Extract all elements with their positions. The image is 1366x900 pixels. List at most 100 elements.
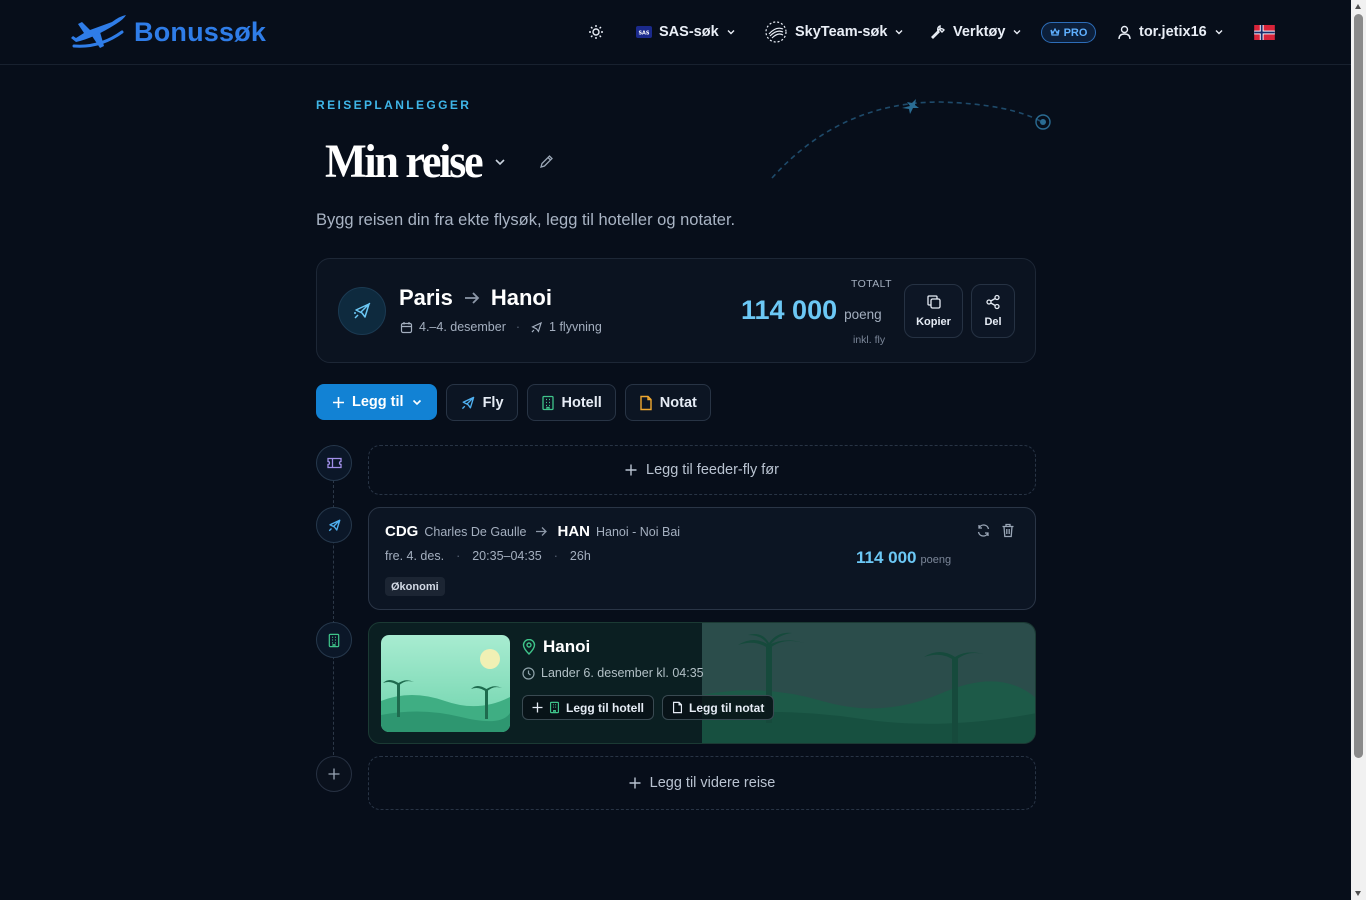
scrollbar[interactable] xyxy=(1351,0,1366,900)
flight-route: CDG Charles De Gaulle HAN Hanoi - Noi Ba… xyxy=(385,523,683,540)
map-pin-icon xyxy=(522,639,536,655)
add-label: Legg til xyxy=(352,394,404,410)
flight-count: 1 flyvning xyxy=(549,320,602,334)
trip-title-row: Min reise xyxy=(325,134,554,189)
flight-points-unit: poeng xyxy=(920,554,952,566)
flight-points-value: 114 000 xyxy=(856,548,917,567)
building-icon xyxy=(549,701,560,714)
destination-thumbnail xyxy=(381,635,510,732)
note-icon xyxy=(639,395,653,411)
copy-label: Kopier xyxy=(916,316,951,328)
trip-selector-chevron-icon[interactable] xyxy=(493,155,507,169)
total-points: 114 000 poeng xyxy=(741,295,882,326)
sas-search-label: SAS-søk xyxy=(659,24,719,40)
theme-toggle-button[interactable] xyxy=(588,20,604,44)
destination-code: HAN xyxy=(557,523,590,540)
skyteam-logo-icon xyxy=(764,20,788,44)
airplane-logo-icon xyxy=(70,12,128,52)
fly-label: Fly xyxy=(482,394,504,411)
arrow-right-icon xyxy=(463,291,481,305)
separator-dot: · xyxy=(553,549,558,563)
add-feeder-flight-button[interactable]: Legg til feeder-fly før xyxy=(368,445,1036,495)
copy-icon xyxy=(926,294,942,310)
scroll-down-arrow-icon[interactable] xyxy=(1355,891,1361,896)
chevron-down-icon xyxy=(727,30,735,35)
trip-meta: 4.–4. desember · 1 flyvning xyxy=(400,320,602,334)
add-actions-bar: Legg til Fly Hotell Notat xyxy=(316,384,711,421)
chevron-down-icon xyxy=(1013,30,1021,35)
destination-name: Hanoi xyxy=(543,637,591,656)
flight-path-decoration xyxy=(771,99,1051,179)
add-note-label: Legg til notat xyxy=(689,700,765,715)
user-menu[interactable]: tor.jetix16 xyxy=(1117,20,1224,44)
add-dropdown-button[interactable]: Legg til xyxy=(316,384,437,420)
pro-badge[interactable]: PRO xyxy=(1041,22,1096,43)
brand-name: Bonussøk xyxy=(134,16,267,47)
plus-icon xyxy=(332,396,345,409)
add-feeder-flight-label: Legg til feeder-fly før xyxy=(646,462,779,478)
edit-title-pencil-icon[interactable] xyxy=(539,154,554,169)
add-hotel-button[interactable]: Hotell xyxy=(526,384,616,421)
flight-time: 20:35–04:35 xyxy=(472,549,542,563)
total-label: TOTALT xyxy=(851,278,892,290)
sas-logo-icon: SAS xyxy=(636,26,652,38)
add-hotel-label: Legg til hotell xyxy=(566,700,644,715)
hotel-label: Hotell xyxy=(561,394,602,411)
page-subtitle: Bygg reisen din fra ekte flysøk, legg ti… xyxy=(316,211,736,229)
username: tor.jetix16 xyxy=(1139,24,1207,40)
destination-airport: Hanoi - Noi Bai xyxy=(595,524,681,539)
skyteam-search-menu[interactable]: SkyTeam-søk xyxy=(764,20,904,44)
destination-card: Hanoi Lander 6. desember kl. 04:35 Legg … xyxy=(368,622,1036,744)
flight-card[interactable]: CDG Charles De Gaulle HAN Hanoi - Noi Ba… xyxy=(368,507,1036,610)
trip-dates: 4.–4. desember xyxy=(419,320,506,334)
add-hotel-small-button[interactable]: Legg til hotell xyxy=(522,695,654,720)
continue-node-plus-icon[interactable] xyxy=(316,756,352,792)
scroll-up-arrow-icon[interactable] xyxy=(1355,4,1361,9)
chevron-down-icon xyxy=(411,396,423,408)
arrival-text: Lander 6. desember kl. 04:35 xyxy=(541,666,704,680)
scrollbar-thumb[interactable] xyxy=(1354,14,1363,758)
note-icon xyxy=(672,701,683,714)
tools-menu[interactable]: Verktøy xyxy=(930,20,1022,44)
building-icon xyxy=(541,395,555,411)
stay-node-building-icon xyxy=(316,622,352,658)
flight-day: fre. 4. des. xyxy=(385,549,445,563)
user-icon xyxy=(1117,25,1132,40)
sas-search-menu[interactable]: SAS SAS-søk xyxy=(636,20,736,44)
share-button[interactable]: Del xyxy=(971,284,1015,338)
share-icon xyxy=(985,294,1001,310)
brand-logo[interactable]: Bonussøk xyxy=(70,12,266,52)
arrow-right-icon xyxy=(535,526,548,537)
tools-label: Verktøy xyxy=(953,24,1006,40)
skyteam-search-label: SkyTeam-søk xyxy=(795,24,888,40)
crown-icon xyxy=(1049,28,1060,37)
flight-points: 114 000 poeng xyxy=(856,548,951,568)
add-note-button[interactable]: Notat xyxy=(624,384,711,421)
add-onward-trip-label: Legg til videre reise xyxy=(649,775,776,791)
copy-button[interactable]: Kopier xyxy=(904,284,963,338)
origin-airport: Charles De Gaulle xyxy=(424,524,527,539)
destination-arrival: Lander 6. desember kl. 04:35 xyxy=(522,666,704,680)
plus-icon xyxy=(625,464,637,476)
add-note-small-button[interactable]: Legg til notat xyxy=(662,695,775,720)
note-label: Notat xyxy=(659,394,697,411)
origin-code: CDG xyxy=(385,523,419,540)
airplane-icon xyxy=(338,287,386,335)
add-onward-trip-button[interactable]: Legg til videre reise xyxy=(368,756,1036,810)
wrench-icon xyxy=(930,24,946,40)
pro-label: PRO xyxy=(1063,26,1088,39)
calendar-icon xyxy=(400,321,413,334)
separator-dot: · xyxy=(515,320,521,334)
total-points-value: 114 000 xyxy=(741,295,838,325)
add-flight-button[interactable]: Fly xyxy=(445,384,518,421)
separator-dot: · xyxy=(456,549,461,563)
refresh-icon[interactable] xyxy=(976,523,992,539)
route-destination: Hanoi xyxy=(490,285,552,310)
trash-icon[interactable] xyxy=(1001,523,1017,539)
flight-duration: 26h xyxy=(569,549,591,563)
total-note: inkl. fly xyxy=(853,334,886,346)
feeder-node-ticket-icon xyxy=(316,445,352,481)
cabin-badge: Økonomi xyxy=(385,577,445,596)
norway-flag-icon[interactable] xyxy=(1254,25,1275,40)
small-airplane-icon xyxy=(530,321,543,334)
